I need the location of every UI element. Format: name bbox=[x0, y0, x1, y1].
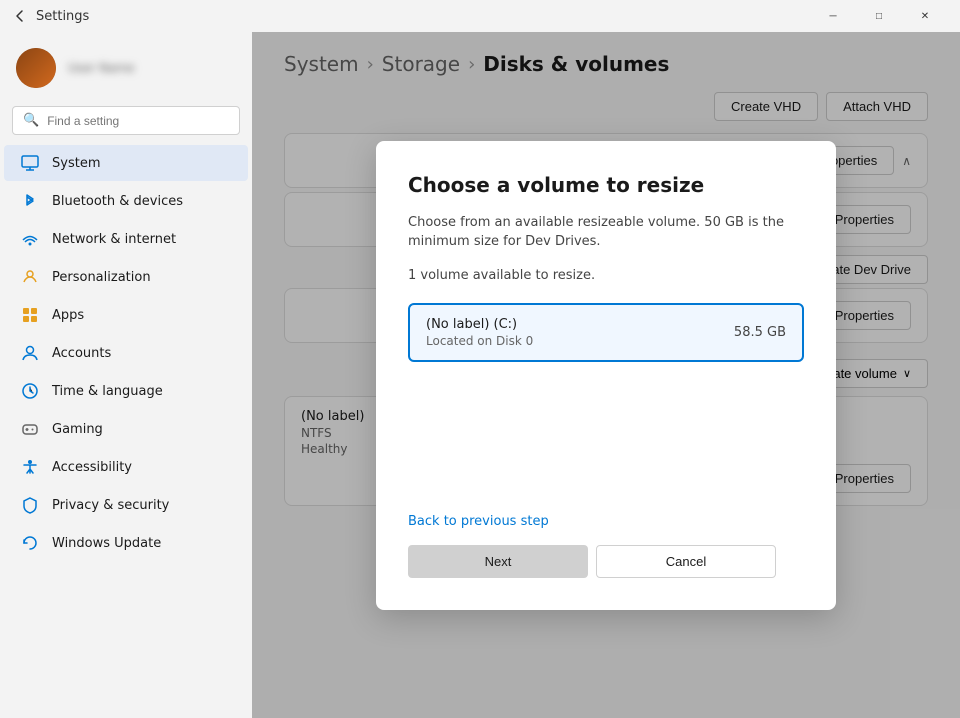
sidebar-item-accessibility-label: Accessibility bbox=[52, 460, 132, 475]
sidebar-item-gaming[interactable]: Gaming bbox=[4, 411, 248, 447]
sidebar-item-apps[interactable]: Apps bbox=[4, 297, 248, 333]
sidebar-item-personalization[interactable]: Personalization bbox=[4, 259, 248, 295]
dialog-spacer bbox=[408, 378, 804, 498]
time-icon bbox=[20, 381, 40, 401]
avatar bbox=[16, 48, 56, 88]
cancel-button[interactable]: Cancel bbox=[596, 545, 776, 578]
dialog-description: Choose from an available resizeable volu… bbox=[408, 213, 804, 252]
user-section: User Name bbox=[0, 40, 252, 104]
volume-size: 58.5 GB bbox=[734, 325, 786, 340]
sidebar: User Name 🔍 System Bluetooth & devices N… bbox=[0, 32, 252, 718]
sidebar-item-accessibility[interactable]: Accessibility bbox=[4, 449, 248, 485]
sidebar-item-accounts-label: Accounts bbox=[52, 346, 111, 361]
sidebar-item-bluetooth-label: Bluetooth & devices bbox=[52, 194, 183, 209]
sidebar-item-network-label: Network & internet bbox=[52, 232, 176, 247]
dialog-volumes-available: 1 volume available to resize. bbox=[408, 268, 804, 283]
user-name: User Name bbox=[68, 61, 135, 75]
sidebar-item-time-label: Time & language bbox=[52, 384, 163, 399]
maximize-button[interactable]: □ bbox=[856, 0, 902, 32]
sidebar-item-network[interactable]: Network & internet bbox=[4, 221, 248, 257]
minimize-button[interactable]: ─ bbox=[810, 0, 856, 32]
main-content: System › Storage › Disks & volumes Creat… bbox=[252, 32, 960, 718]
app-container: User Name 🔍 System Bluetooth & devices N… bbox=[0, 32, 960, 718]
sidebar-item-update-label: Windows Update bbox=[52, 536, 161, 551]
sidebar-item-time[interactable]: Time & language bbox=[4, 373, 248, 409]
volume-label: (No label) (C:) bbox=[426, 317, 533, 332]
dialog-overlay: Choose a volume to resize Choose from an… bbox=[252, 32, 960, 718]
titlebar: Settings ─ □ ✕ bbox=[0, 0, 960, 32]
search-box[interactable]: 🔍 bbox=[12, 106, 240, 135]
sidebar-item-update[interactable]: Windows Update bbox=[4, 525, 248, 561]
system-icon bbox=[20, 153, 40, 173]
update-icon bbox=[20, 533, 40, 553]
sidebar-item-apps-label: Apps bbox=[52, 308, 84, 323]
sidebar-item-gaming-label: Gaming bbox=[52, 422, 103, 437]
privacy-icon bbox=[20, 495, 40, 515]
search-icon: 🔍 bbox=[23, 113, 39, 128]
app-title: Settings bbox=[36, 9, 89, 24]
dialog-title: Choose a volume to resize bbox=[408, 173, 804, 197]
sidebar-item-privacy[interactable]: Privacy & security bbox=[4, 487, 248, 523]
back-icon[interactable] bbox=[12, 8, 28, 24]
network-icon bbox=[20, 229, 40, 249]
gaming-icon bbox=[20, 419, 40, 439]
apps-icon bbox=[20, 305, 40, 325]
dialog-footer: Next Cancel bbox=[408, 545, 804, 578]
close-button[interactable]: ✕ bbox=[902, 0, 948, 32]
personalization-icon bbox=[20, 267, 40, 287]
choose-volume-dialog: Choose a volume to resize Choose from an… bbox=[376, 141, 836, 610]
sidebar-item-privacy-label: Privacy & security bbox=[52, 498, 169, 513]
volume-location: Located on Disk 0 bbox=[426, 334, 533, 348]
search-input[interactable] bbox=[47, 114, 229, 128]
back-link[interactable]: Back to previous step bbox=[408, 514, 804, 529]
bluetooth-icon bbox=[20, 191, 40, 211]
volume-option[interactable]: (No label) (C:) Located on Disk 0 58.5 G… bbox=[408, 303, 804, 362]
window-controls: ─ □ ✕ bbox=[810, 0, 948, 32]
sidebar-item-bluetooth[interactable]: Bluetooth & devices bbox=[4, 183, 248, 219]
sidebar-item-accounts[interactable]: Accounts bbox=[4, 335, 248, 371]
sidebar-item-personalization-label: Personalization bbox=[52, 270, 151, 285]
accessibility-icon bbox=[20, 457, 40, 477]
sidebar-item-system[interactable]: System bbox=[4, 145, 248, 181]
accounts-icon bbox=[20, 343, 40, 363]
next-button[interactable]: Next bbox=[408, 545, 588, 578]
sidebar-item-system-label: System bbox=[52, 156, 100, 171]
